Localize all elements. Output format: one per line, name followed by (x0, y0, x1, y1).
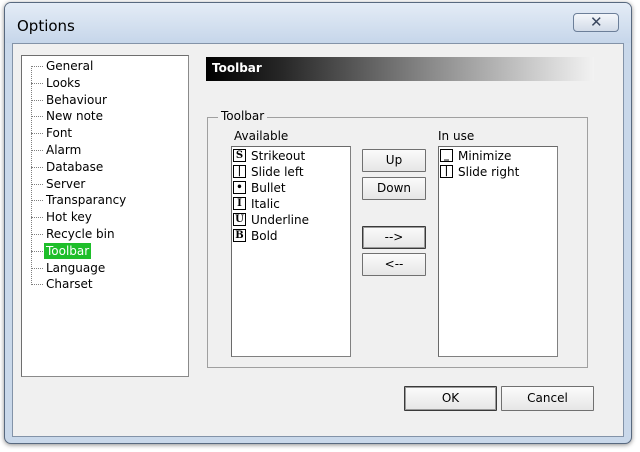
panel-header-title: Toolbar (212, 61, 262, 75)
close-icon: ✕ (590, 13, 603, 31)
tree-branch-stub (31, 284, 43, 286)
tree-branch-stub (31, 183, 43, 185)
move-up-button[interactable]: Up (362, 149, 426, 172)
tree-item-label: Transparancy (46, 193, 127, 208)
italic-icon: I (233, 197, 246, 210)
slide-right-icon: | (440, 165, 453, 178)
tree-item-label: Hot key (46, 210, 92, 225)
tree-branch-stub (31, 150, 43, 151)
tree-branch-stub (31, 217, 43, 219)
tree-item-label: Language (46, 260, 106, 275)
list-item-label: Slide right (458, 165, 520, 179)
tree-item-label: Looks (46, 75, 81, 90)
title-bar[interactable]: Options ✕ (5, 3, 631, 43)
tree-item-label: Toolbar (44, 242, 92, 259)
underline-icon: U (233, 213, 246, 226)
tree-item-label: Server (46, 176, 86, 191)
tree-branch-stub (31, 200, 43, 202)
tree-branch-stub (31, 82, 43, 84)
list-item-label: Slide left (251, 165, 304, 179)
bullet-icon: • (233, 181, 246, 194)
tree-branch-stub (31, 234, 43, 235)
add-to-in-use-button[interactable]: --> (362, 226, 426, 249)
move-down-button[interactable]: Down (362, 177, 426, 200)
panel-header: Toolbar (206, 57, 594, 81)
tree-item-label: Behaviour (46, 92, 107, 107)
list-item-label: Underline (251, 213, 309, 227)
tree-item-label: Charset (46, 277, 93, 292)
tree-branch-stub (31, 116, 43, 118)
available-label: Available (234, 129, 289, 143)
tree-branch-stub (31, 66, 43, 67)
tree-item-label: Font (46, 126, 73, 141)
options-category-tree[interactable]: General Looks Behaviour New note Font Alarm Da… (21, 55, 189, 377)
list-item-label: Bold (251, 229, 278, 243)
minimize-icon: _ (440, 149, 453, 162)
tree-item-label: New note (46, 109, 104, 124)
list-item-label: Bullet (251, 181, 286, 195)
strikeout-icon: S (233, 149, 246, 162)
tree-item-label: Database (46, 159, 104, 174)
bold-icon: B (233, 229, 246, 242)
list-item-label: Minimize (458, 149, 512, 163)
tree-branch-stub (31, 133, 43, 135)
in-use-label: In use (438, 129, 475, 143)
slide-left-icon: | (233, 165, 246, 178)
close-button[interactable]: ✕ (573, 13, 619, 32)
in-use-list[interactable]: _ Minimize | Slide right (438, 146, 558, 357)
list-item-label: Italic (251, 197, 280, 211)
tree-item-label: General (46, 59, 94, 73)
available-list[interactable]: S Strikeout | Slide left • Bullet I Italic U Unde… (231, 146, 351, 357)
tree-item-label: Alarm (46, 143, 82, 157)
tree-item-label: Recycle bin (46, 227, 115, 241)
ok-button[interactable]: OK (404, 386, 497, 411)
tree-branch-stub (31, 166, 43, 168)
list-item-label: Strikeout (251, 149, 306, 163)
toolbar-group-label: Toolbar (218, 109, 268, 123)
tree-branch-stub (31, 267, 43, 269)
cancel-button[interactable]: Cancel (501, 386, 594, 411)
remove-from-in-use-button[interactable]: <-- (362, 253, 426, 276)
window-title: Options (17, 17, 75, 35)
tree-branch-stub (31, 99, 43, 101)
tree-branch-stub (31, 250, 43, 252)
